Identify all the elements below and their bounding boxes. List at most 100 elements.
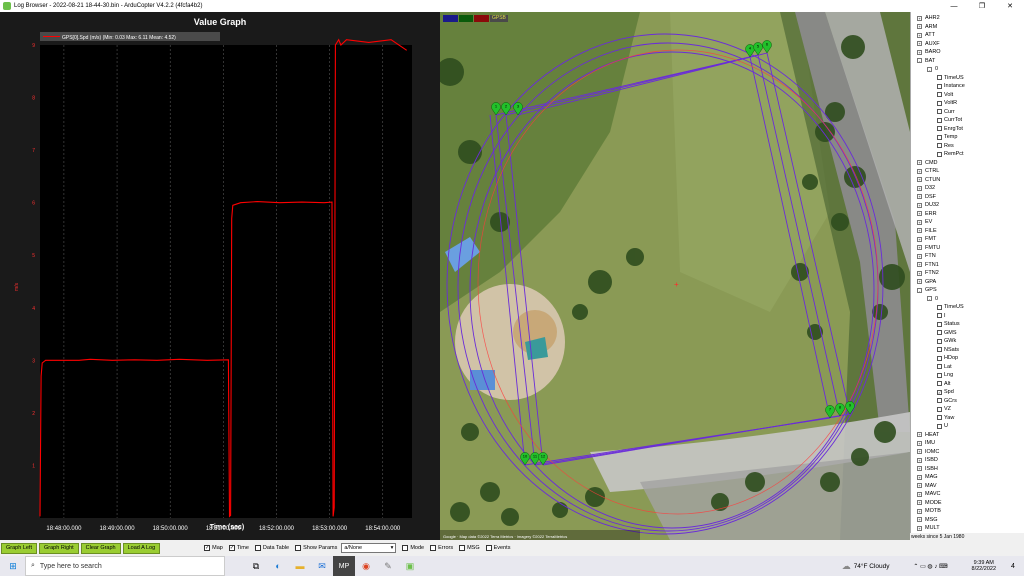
tree-item[interactable]: + ISBD	[917, 456, 938, 465]
expand-icon[interactable]: +	[917, 49, 922, 55]
graph-left-button[interactable]: Graph Left	[1, 542, 37, 554]
tree-item[interactable]: Alt	[937, 380, 950, 389]
tree-item[interactable]: Volt	[937, 91, 953, 100]
tree-item[interactable]: CurrTot	[937, 116, 962, 125]
show-params-checkbox[interactable]: Show Params	[295, 545, 337, 551]
tree-item[interactable]: - BAT	[917, 57, 935, 66]
expand-icon[interactable]: +	[917, 219, 922, 225]
tree-item[interactable]: GWk	[937, 337, 956, 346]
map-panel[interactable]: + 1 2 3 4 5 6 7 8 9 10 11 12 Google · Map data ©202…	[440, 12, 910, 540]
field-checkbox[interactable]	[937, 423, 942, 429]
edge-icon[interactable]: ◐	[267, 556, 289, 576]
minimize-button[interactable]: —	[940, 0, 968, 12]
expand-icon[interactable]: +	[917, 491, 922, 497]
tree-item[interactable]: + DU32	[917, 201, 939, 210]
tree-item[interactable]: I	[937, 312, 946, 321]
field-checkbox[interactable]: ✓	[937, 389, 942, 395]
field-checkbox[interactable]	[937, 355, 942, 361]
field-checkbox[interactable]	[937, 109, 942, 115]
expand-icon[interactable]: +	[917, 177, 922, 183]
expand-icon[interactable]: +	[917, 270, 922, 276]
field-checkbox[interactable]	[937, 398, 942, 404]
field-checkbox[interactable]	[937, 381, 942, 387]
expand-icon[interactable]: +	[917, 483, 922, 489]
tree-item[interactable]: VoltR	[937, 99, 957, 108]
field-checkbox[interactable]	[937, 117, 942, 123]
field-checkbox[interactable]	[937, 415, 942, 421]
expand-icon[interactable]: +	[917, 432, 922, 438]
tree-item[interactable]: + ATT	[917, 31, 935, 40]
tree-item[interactable]: Yaw	[937, 414, 954, 423]
tree-item[interactable]: -0	[927, 65, 938, 74]
tree-item[interactable]: + EV	[917, 218, 932, 227]
tree-item[interactable]: + MAG	[917, 473, 938, 482]
tree-item[interactable]: + FMTU	[917, 244, 940, 253]
expand-icon[interactable]: +	[917, 525, 922, 531]
tree-item[interactable]: + MULT	[917, 524, 940, 533]
collapse-icon[interactable]: -	[927, 296, 932, 302]
tree-item[interactable]: + FILE	[917, 227, 937, 236]
tree-item[interactable]: + CTRL	[917, 167, 939, 176]
expand-icon[interactable]: +	[917, 15, 922, 21]
windows-start-icon[interactable]: ⊞	[2, 556, 24, 576]
collapse-icon[interactable]: -	[917, 287, 922, 293]
tree-item[interactable]: Instance	[937, 82, 965, 91]
tree-item[interactable]: + DSF	[917, 193, 936, 202]
task-view-icon[interactable]: ⧉	[245, 556, 267, 576]
tree-item[interactable]: + CTUN	[917, 176, 940, 185]
tree-item[interactable]: + HEAT	[917, 431, 939, 440]
field-checkbox[interactable]	[937, 406, 942, 412]
weather-text[interactable]: 74°F Cloudy	[854, 563, 890, 570]
expand-icon[interactable]: +	[917, 440, 922, 446]
expand-icon[interactable]: +	[917, 245, 922, 251]
plot-area[interactable]: 18:48:00.000 18:49:00.000 18:50:00.000 18:5…	[32, 38, 412, 532]
field-checkbox[interactable]	[937, 75, 942, 81]
expand-icon[interactable]: +	[917, 194, 922, 200]
tree-item[interactable]: Lat	[937, 363, 952, 372]
collapse-icon[interactable]: -	[927, 66, 932, 72]
tree-item[interactable]: + CMD	[917, 159, 938, 168]
msg-checkbox[interactable]: MSG	[459, 545, 480, 551]
expand-icon[interactable]: +	[917, 500, 922, 506]
expand-icon[interactable]: +	[917, 279, 922, 285]
tree-item[interactable]: + IOMC	[917, 448, 939, 457]
field-checkbox[interactable]	[937, 134, 942, 140]
field-checkbox[interactable]	[937, 313, 942, 319]
tree-item[interactable]: + MAV	[917, 482, 937, 491]
tree-item[interactable]: + AUXF	[917, 40, 940, 49]
tree-item[interactable]: + IMU	[917, 439, 935, 448]
param-select[interactable]: a/None ▾	[341, 543, 397, 553]
notes-icon[interactable]: ✎	[377, 556, 399, 576]
tree-item[interactable]: + GPA	[917, 278, 936, 287]
field-checkbox[interactable]	[937, 83, 942, 89]
expand-icon[interactable]: +	[917, 228, 922, 234]
expand-icon[interactable]: +	[917, 160, 922, 166]
tree-item[interactable]: - GPS	[917, 286, 937, 295]
expand-icon[interactable]: +	[917, 202, 922, 208]
tree-item[interactable]: + FMT	[917, 235, 936, 244]
tree-item[interactable]: GMS	[937, 329, 957, 338]
field-checkbox[interactable]	[937, 92, 942, 98]
tree-item[interactable]: TimeUS	[937, 303, 964, 312]
time-checkbox[interactable]: ✓ Time	[228, 545, 249, 551]
expand-icon[interactable]: +	[917, 508, 922, 514]
tree-item[interactable]: ✓ Spd	[937, 388, 954, 397]
expand-icon[interactable]: +	[917, 211, 922, 217]
field-checkbox[interactable]	[937, 364, 942, 370]
field-checkbox[interactable]	[937, 151, 942, 157]
expand-icon[interactable]: +	[917, 253, 922, 259]
field-checkbox[interactable]	[937, 304, 942, 310]
mission-planner-icon[interactable]: MP	[333, 556, 355, 576]
value-graph[interactable]: Value Graph GPS[0].Spd (m/s) (Min: 0.03 …	[0, 12, 440, 540]
expand-icon[interactable]: +	[917, 474, 922, 480]
chrome-icon[interactable]: ◉	[355, 556, 377, 576]
tree-item[interactable]: + MODE	[917, 499, 942, 508]
expand-icon[interactable]: +	[917, 457, 922, 463]
tree-item[interactable]: Res	[937, 142, 954, 151]
tree-item[interactable]: GCrs	[937, 397, 957, 406]
close-button[interactable]: ✕	[996, 0, 1024, 12]
field-checkbox[interactable]	[937, 372, 942, 378]
tree-item[interactable]: VZ	[937, 405, 951, 414]
field-checkbox[interactable]	[937, 143, 942, 149]
expand-icon[interactable]: +	[917, 24, 922, 30]
